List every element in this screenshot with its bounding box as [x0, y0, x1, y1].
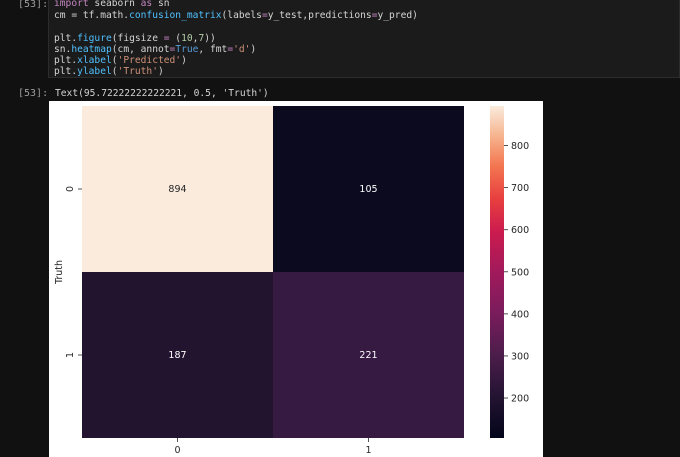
code-token: confusion_matrix [129, 10, 222, 21]
code-token: ( [169, 33, 182, 44]
code-line-2: cm = tf.math.confusion_matrix(labels=y_t… [54, 10, 418, 21]
input-prompt: [53]: [18, 0, 49, 10]
code-token: )) [204, 33, 216, 44]
code-token: ylabel [77, 66, 112, 77]
cell-annotation: 894 [168, 184, 186, 195]
cell-annotation: 221 [359, 350, 377, 361]
confusion-matrix-heatmap: 894 105 187 221 0 1 0 1 Truth 200 300 400 500 600… [54, 106, 529, 456]
code-cell[interactable]: import seaborn as sn cm = tf.math.confus… [48, 0, 680, 78]
code-token: 10 [181, 33, 193, 44]
code-token: ) [250, 44, 257, 55]
code-token: sn. [54, 44, 72, 55]
colorbar-tick-label: 400 [511, 309, 529, 320]
code-token: y_test,predictions [267, 10, 372, 21]
output-text: Text(95.72222222222221, 0.5, 'Truth') [55, 88, 269, 99]
code-token: heatmap [71, 44, 112, 55]
code-token: True [175, 44, 199, 55]
code-token: plt. [54, 55, 78, 66]
colorbar-tick-label: 800 [511, 141, 529, 152]
output-prompt: [53]: [18, 88, 49, 99]
code-token: seaborn [88, 0, 141, 9]
code-token: figure [77, 33, 112, 44]
cell-annotation: 105 [359, 184, 377, 195]
code-line-6: plt.xlabel('Predicted') [54, 55, 187, 66]
code-token: as [140, 0, 153, 9]
x-tick-label: 1 [365, 445, 371, 456]
colorbar-tick-label: 700 [511, 183, 529, 194]
code-token: sn [152, 0, 170, 9]
y-axis-label: Truth [54, 260, 65, 285]
y-tick-label: 1 [65, 352, 76, 358]
code-token: 'Truth' [117, 66, 158, 77]
colorbar [490, 106, 504, 438]
colorbar-tick-label: 300 [511, 351, 529, 362]
y-tick-label: 0 [65, 186, 76, 192]
colorbar-tick-label: 200 [511, 394, 529, 405]
colorbar-tick-label: 500 [511, 267, 529, 278]
code-line-4: plt.figure(figsize = (10,7)) [54, 33, 216, 44]
colorbar-tick-label: 600 [511, 225, 529, 236]
code-token: ) [181, 55, 187, 66]
code-line-1: import seaborn as sn [54, 0, 170, 9]
code-token: (figsize [111, 33, 164, 44]
code-token: , fmt [198, 44, 228, 55]
code-token: import [54, 0, 89, 9]
code-line-7: plt.ylabel('Truth') [54, 66, 164, 77]
code-token: y_pred) [377, 10, 418, 21]
cell-annotation: 187 [168, 350, 186, 361]
code-token: plt. [54, 33, 78, 44]
heatmap-figure: 894 105 187 221 0 1 0 1 Truth 200 300 400 500 600… [49, 101, 543, 457]
code-token: xlabel [77, 55, 112, 66]
code-token: (cm, annot [111, 44, 170, 55]
code-token: ) [157, 66, 164, 77]
code-token: 'Predicted' [117, 55, 182, 66]
code-line-5: sn.heatmap(cm, annot=True, fmt='d') [54, 44, 256, 55]
code-token: (labels [221, 10, 262, 21]
code-token: plt. [54, 66, 78, 77]
code-token: cm = tf.math. [54, 10, 130, 21]
x-tick-label: 0 [174, 445, 180, 456]
code-token: 'd' [233, 44, 251, 55]
